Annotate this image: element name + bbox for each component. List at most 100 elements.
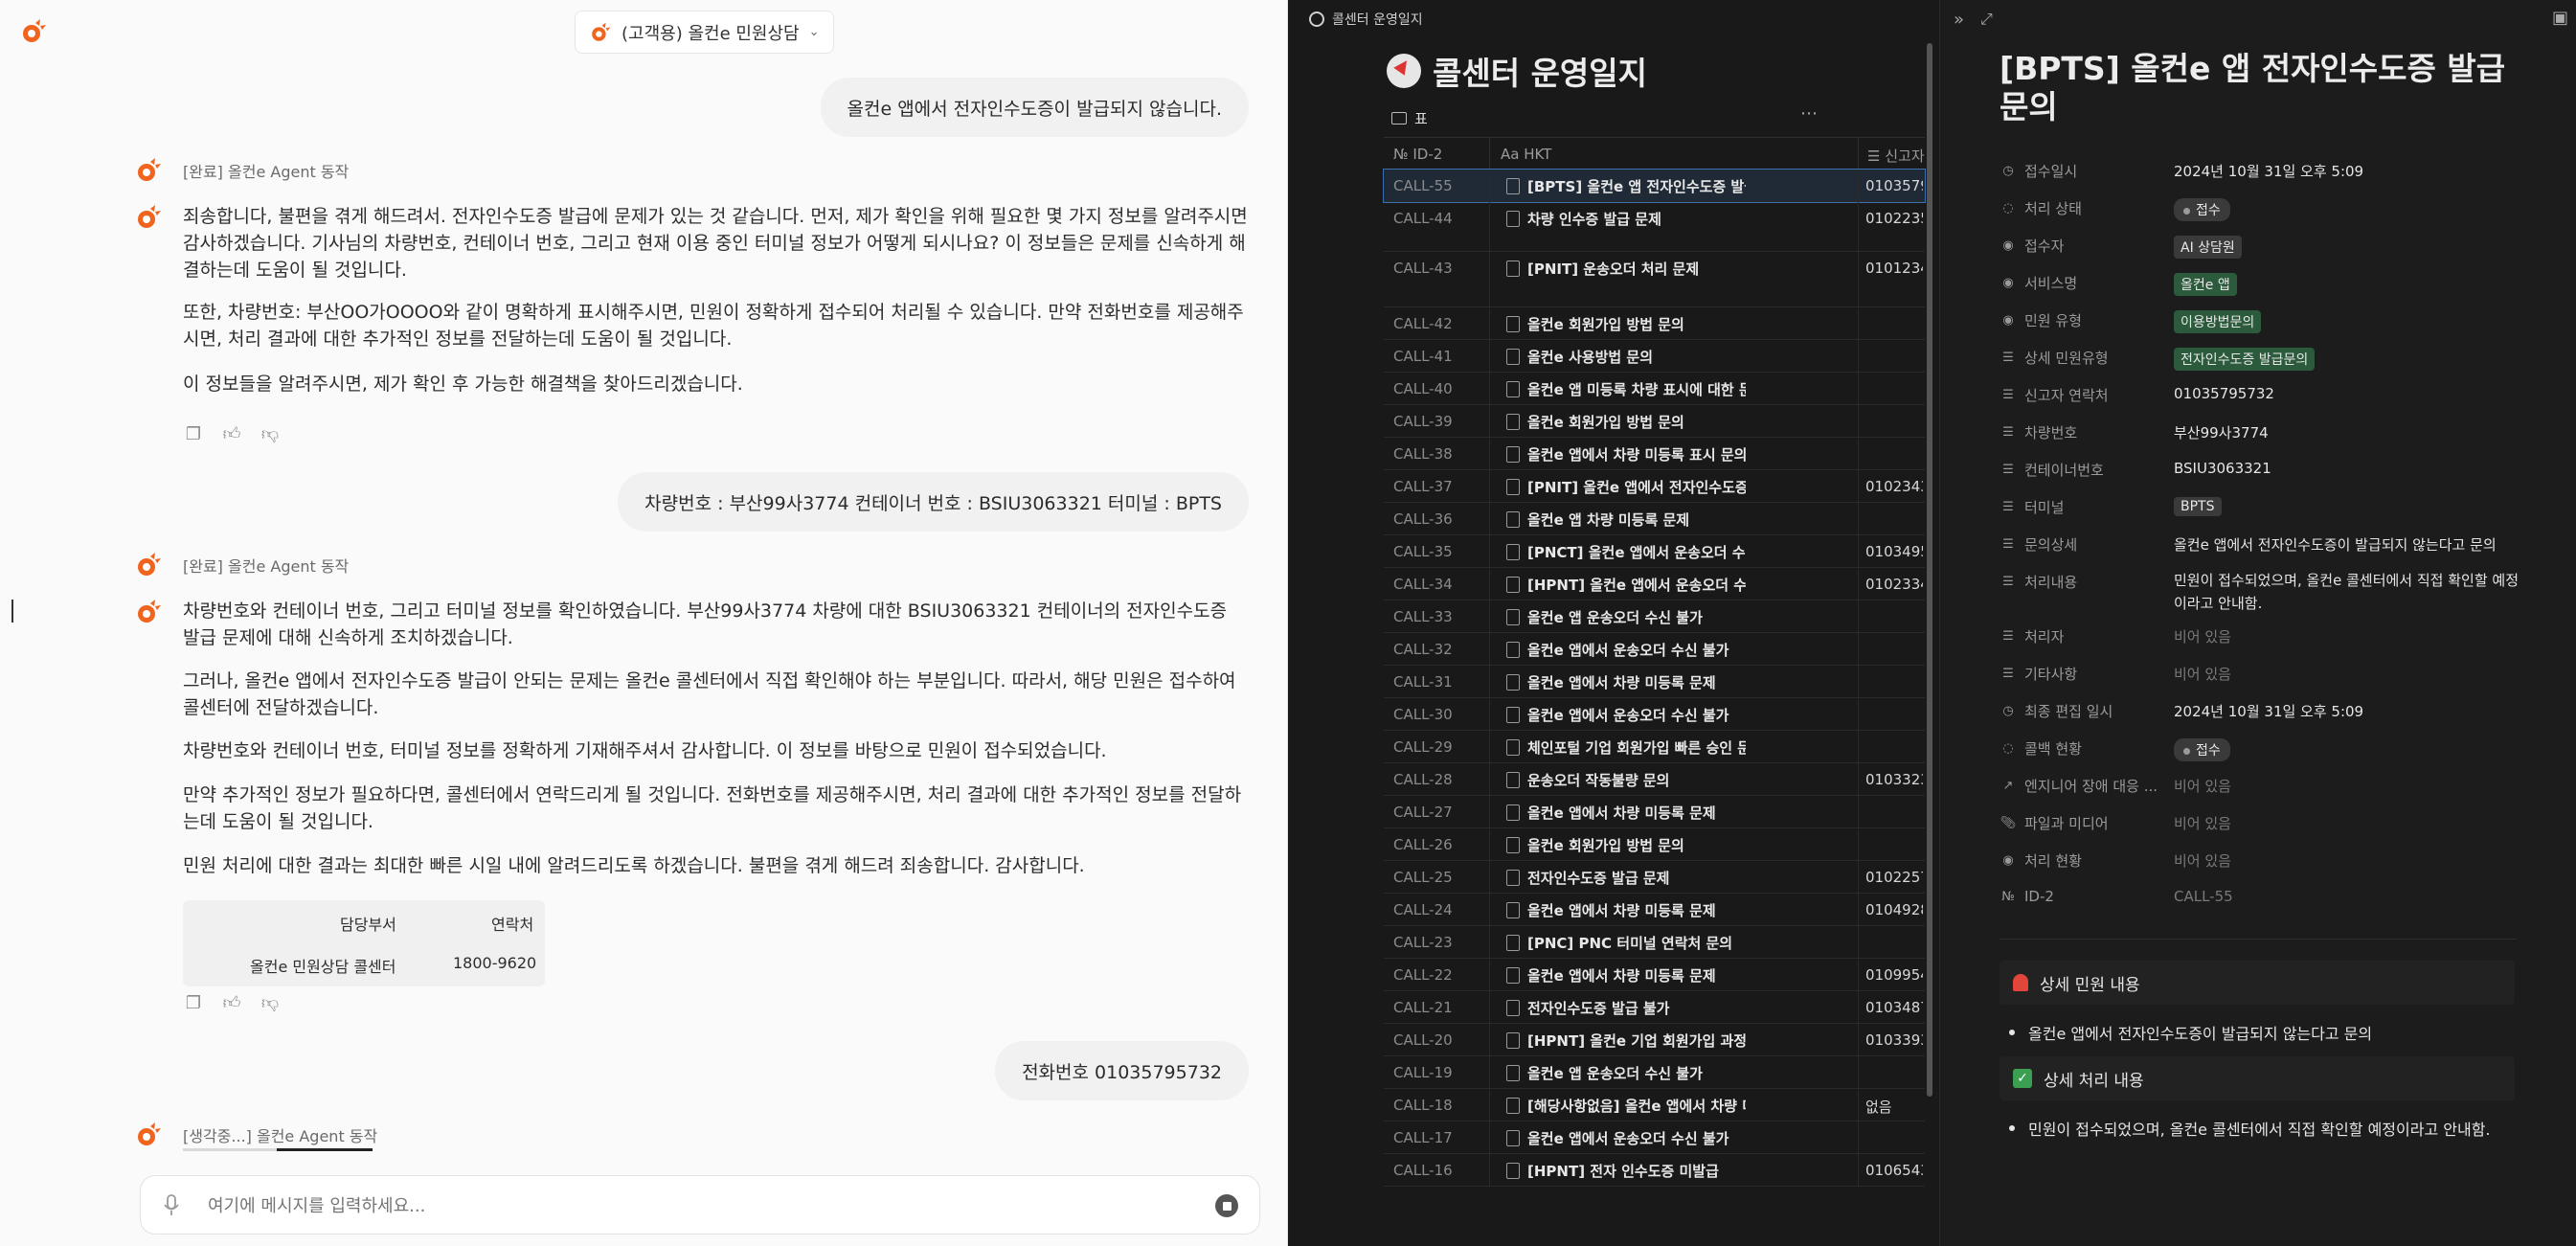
property-value[interactable]: 비어 있음 [2174, 776, 2231, 796]
brand-logo-icon[interactable] [19, 17, 48, 46]
thumbs-up-icon[interactable]: 👍︎ [221, 992, 242, 1013]
row-name[interactable]: 올컨e 앱에서 운송오더 수신 불가 [1506, 633, 1746, 666]
expand-icon[interactable]: ⤢ [1980, 10, 1993, 29]
table-row[interactable]: CALL-33 올컨e 앱 운송오더 수신 불가 [1384, 600, 1925, 633]
table-row[interactable]: CALL-24 올컨e 앱에서 차량 미등록 문제 0104928 [1384, 894, 1925, 926]
message-input-bar[interactable] [140, 1175, 1260, 1235]
table-row[interactable]: CALL-27 올컨e 앱에서 차량 미등록 문제 [1384, 796, 1925, 828]
property-value[interactable]: 이용방법문의 [2174, 310, 2262, 333]
more-options-icon[interactable]: ⋯ [1800, 103, 1818, 124]
property-label[interactable]: ☰ 상세 민원유형 [2001, 348, 2108, 368]
property-label[interactable]: ☰ 터미널 [2001, 497, 2064, 517]
table-row[interactable]: CALL-38 올컨e 앱에서 차량 미등록 표시 문의 [1384, 438, 1925, 470]
bullet-item[interactable]: 올컨e 앱에서 전자인수도증이 발급되지 않는다고 문의 [2009, 1021, 2372, 1044]
table-row[interactable]: CALL-43 [PNIT] 운송오더 처리 문제 0101234 [1384, 252, 1925, 307]
table-row[interactable]: CALL-41 올컨e 사용방법 문의 [1384, 340, 1925, 373]
comment-icon[interactable]: ▣ [2552, 8, 2568, 28]
property-label[interactable]: ◉ 접수자 [2001, 236, 2064, 256]
table-row[interactable]: CALL-42 올컨e 회원가입 방법 문의 [1384, 307, 1925, 340]
row-name[interactable]: [HPNT] 전자 인수도증 미발급 [1506, 1154, 1746, 1187]
table-row[interactable]: CALL-28 운송오더 작동불량 문의 0103323 [1384, 763, 1925, 796]
property-label[interactable]: ☰ 처리자 [2001, 626, 2064, 646]
row-name[interactable]: 올컨e 회원가입 방법 문의 [1506, 307, 1746, 340]
row-name[interactable]: 차량 인수증 발급 문제 [1506, 202, 1746, 235]
property-value[interactable]: BSIU3063321 [2174, 460, 2271, 477]
property-label[interactable]: ☰ 컨테이너번호 [2001, 460, 2104, 480]
agent-selector[interactable]: (고객용) 올컨e 민원상담 ⌄ [575, 11, 834, 54]
property-label[interactable]: ☰ 문의상세 [2001, 534, 2077, 555]
property-value[interactable]: 민원이 접수되었으며, 올컨e 콜센터에서 직접 확인할 예정이라고 안내함. [2174, 569, 2519, 615]
table-row[interactable]: CALL-40 올컨e 앱 미등록 차량 표시에 대한 문의 [1384, 373, 1925, 405]
row-name[interactable]: 올컨e 앱에서 운송오더 수신 불가 [1506, 1121, 1746, 1154]
column-header-name[interactable]: Aa HKT [1501, 146, 1551, 163]
property-value[interactable]: 2024년 10월 31일 오후 5:09 [2174, 701, 2363, 721]
row-name[interactable]: [HPNT] 올컨e 앱에서 운송오더 수신 불가 [1506, 568, 1746, 600]
property-label[interactable]: № ID-2 [2001, 888, 2054, 905]
property-value[interactable]: 비어 있음 [2174, 664, 2231, 684]
table-row[interactable]: CALL-36 올컨e 앱 차량 미등록 문제 [1384, 503, 1925, 535]
column-header-id[interactable]: № ID-2 [1393, 146, 1442, 163]
stop-button[interactable] [1215, 1194, 1238, 1217]
detail-title[interactable]: [BPTS] 올컨e 앱 전자인수도증 발급문의 [2000, 50, 2517, 126]
thumbs-up-icon[interactable]: 👍︎ [221, 423, 242, 444]
row-name[interactable]: [PNIT] 운송오더 처리 문제 [1506, 252, 1746, 284]
row-name[interactable]: [HPNT] 올컨e 기업 회원가입 과정에서 발생한 문제 [1506, 1024, 1746, 1056]
thumbs-down-icon[interactable]: 👎︎ [260, 992, 281, 1013]
table-row[interactable]: CALL-23 [PNC] PNC 터미널 연락처 문의 [1384, 926, 1925, 959]
table-row[interactable]: CALL-25 전자인수도증 발급 문제 0102257 [1384, 861, 1925, 894]
view-tab-table[interactable]: 표 [1391, 108, 1428, 128]
column-header-phone[interactable]: ☰ 신고자 [1867, 146, 1925, 166]
property-label[interactable]: ↗ 엔지니어 장애 대응 ... [2001, 776, 2158, 796]
row-name[interactable]: [PNIT] 올컨e 앱에서 전자인수도증 발급 문의 [1506, 470, 1746, 503]
property-value[interactable]: 01035795732 [2174, 385, 2274, 402]
copy-icon[interactable]: ❐ [183, 992, 204, 1013]
row-name[interactable]: 올컨e 앱 운송오더 수신 불가 [1506, 1056, 1746, 1089]
row-name[interactable]: 올컨e 앱에서 운송오더 수신 불가 [1506, 698, 1746, 731]
property-value[interactable]: 올컨e 앱 [2174, 273, 2237, 296]
property-value[interactable]: 비어 있음 [2174, 626, 2231, 646]
table-scrollbar[interactable] [1927, 43, 1932, 1097]
property-label[interactable]: ◷ 접수일시 [2001, 161, 2077, 181]
microphone-icon[interactable] [164, 1194, 179, 1217]
property-value[interactable]: 접수 [2174, 738, 2230, 761]
table-row[interactable]: CALL-26 올컨e 회원가입 방법 문의 [1384, 828, 1925, 861]
property-label[interactable]: ◉ 민원 유형 [2001, 310, 2082, 330]
row-name[interactable]: 체인포털 기업 회원가입 빠른 승인 문의 [1506, 731, 1746, 763]
property-value[interactable]: 올컨e 앱에서 전자인수도증이 발급되지 않는다고 문의 [2174, 534, 2497, 555]
row-name[interactable]: 올컨e 앱 운송오더 수신 불가 [1506, 600, 1746, 633]
row-name[interactable]: 올컨e 회원가입 방법 문의 [1506, 828, 1746, 861]
table-row[interactable]: CALL-20 [HPNT] 올컨e 기업 회원가입 과정에서 발생한 문제 010… [1384, 1024, 1925, 1056]
bullet-item[interactable]: 민원이 접수되었으며, 올컨e 콜센터에서 직접 확인할 예정이라고 안내함. [2009, 1117, 2491, 1140]
property-value[interactable]: 비어 있음 [2174, 850, 2231, 871]
row-name[interactable]: [PNC] PNC 터미널 연락처 문의 [1506, 926, 1746, 959]
property-value[interactable]: 2024년 10월 31일 오후 5:09 [2174, 161, 2363, 181]
property-value[interactable]: 부산99사3774 [2174, 422, 2269, 442]
row-name[interactable]: 전자인수도증 발급 불가 [1506, 991, 1746, 1024]
property-value[interactable]: 접수 [2174, 198, 2230, 221]
row-name[interactable]: 운송오더 작동불량 문의 [1506, 763, 1746, 796]
table-row[interactable]: CALL-34 [HPNT] 올컨e 앱에서 운송오더 수신 불가 0102334 [1384, 568, 1925, 600]
table-row[interactable]: CALL-44 차량 인수증 발급 문제 0102235 [1384, 202, 1925, 252]
property-label[interactable]: ◷ 최종 편집 일시 [2001, 701, 2113, 721]
callout-detail-resolution[interactable]: ✓ 상세 처리 내용 [2000, 1056, 2515, 1100]
row-name[interactable]: 올컨e 앱에서 차량 미등록 문제 [1506, 796, 1746, 828]
row-name[interactable]: 올컨e 앱에서 차량 미등록 문제 [1506, 894, 1746, 926]
property-label[interactable]: ☰ 신고자 연락처 [2001, 385, 2108, 405]
table-row[interactable]: CALL-21 전자인수도증 발급 불가 0103487 [1384, 991, 1925, 1024]
property-value[interactable]: 전자인수도증 발급문의 [2174, 348, 2316, 371]
table-row[interactable]: CALL-32 올컨e 앱에서 운송오더 수신 불가 [1384, 633, 1925, 666]
row-name[interactable]: 올컨e 앱에서 차량 미등록 문제 [1506, 959, 1746, 991]
table-row[interactable]: CALL-18 [해당사항없음] 올컨e 앱에서 차량 미등록 문제 없음 [1384, 1089, 1925, 1121]
table-row[interactable]: CALL-31 올컨e 앱에서 차량 미등록 문제 [1384, 666, 1925, 698]
table-row[interactable]: CALL-17 올컨e 앱에서 운송오더 수신 불가 [1384, 1121, 1925, 1154]
row-name[interactable]: 올컨e 사용방법 문의 [1506, 340, 1746, 373]
property-label[interactable]: ☰ 차량번호 [2001, 422, 2077, 442]
callout-detail-request[interactable]: 상세 민원 내용 [2000, 961, 2515, 1005]
message-input[interactable] [208, 1189, 1165, 1222]
property-value[interactable]: AI 상담원 [2174, 236, 2242, 259]
row-name[interactable]: 올컨e 앱에서 차량 미등록 문제 [1506, 666, 1746, 698]
row-name[interactable]: 올컨e 앱 차량 미등록 문제 [1506, 503, 1746, 535]
table-row[interactable]: CALL-35 [PNCT] 올컨e 앱에서 운송오더 수신 불가 0103495 [1384, 535, 1925, 568]
table-row[interactable]: CALL-19 올컨e 앱 운송오더 수신 불가 [1384, 1056, 1925, 1089]
property-value[interactable]: 비어 있음 [2174, 813, 2231, 833]
